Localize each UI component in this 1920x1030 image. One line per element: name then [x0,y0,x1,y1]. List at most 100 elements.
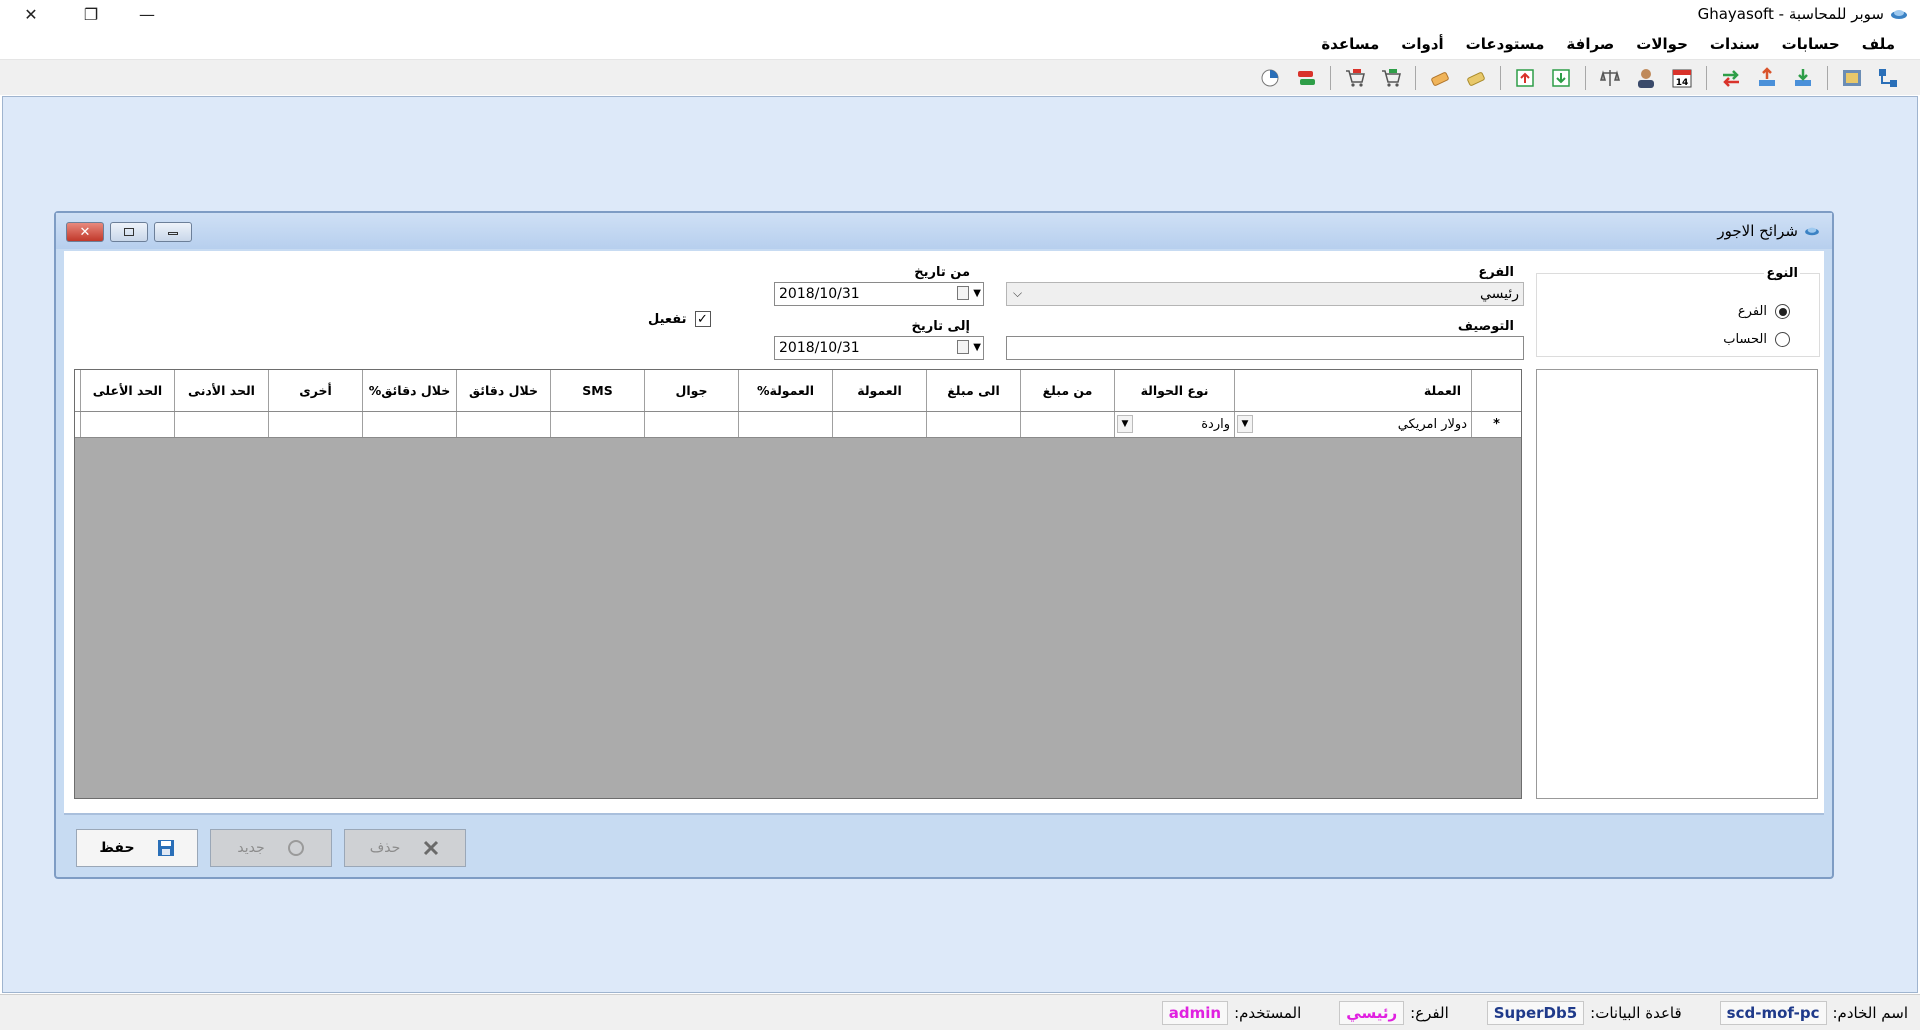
calendar-icon [957,286,970,300]
from-amount-cell[interactable] [1020,412,1114,437]
coins-icon[interactable] [1461,63,1491,93]
calendar-icon[interactable]: 14 [1667,63,1697,93]
commission-percent-cell[interactable] [738,412,832,437]
user-icon[interactable] [1631,63,1661,93]
within-minutes-percent-cell[interactable] [362,412,456,437]
activate-checkbox-row[interactable]: ✓ تفعيل [648,311,711,327]
server-label: اسم الخادم: [1832,1003,1909,1022]
max-limit-cell[interactable] [80,412,174,437]
minimize-window-button[interactable]: — [124,0,170,29]
chevron-down-icon[interactable]: ▼ [1117,415,1133,433]
min-limit-cell[interactable] [174,412,268,437]
delete-button[interactable]: حذف [344,829,466,867]
transfer-arrows-icon[interactable] [1716,63,1746,93]
from-date-picker[interactable]: 2018/10/31 ▼ [774,282,984,306]
menu-transfers[interactable]: حوالات [1625,35,1699,53]
col-currency[interactable]: العملة [1234,370,1471,411]
grid-header: العملة نوع الحوالة من مبلغ الى مبلغ العم… [75,370,1521,412]
activate-checkbox[interactable]: ✓ [694,311,711,327]
app-logo-icon [1891,10,1907,19]
menu-warehouses[interactable]: مستودعات [1455,35,1556,53]
col-min-limit[interactable]: الحد الأدنى [174,370,268,411]
to-date-dropdown[interactable]: ▼ [957,340,981,354]
chevron-down-icon: ▼ [973,287,981,299]
menu-exchange[interactable]: صرافة [1555,35,1625,53]
col-from-amount[interactable]: من مبلغ [1020,370,1114,411]
new-button[interactable]: جديد [210,829,332,867]
radio-account-button[interactable] [1775,332,1790,347]
to-date-label: إلى تاريخ [911,319,970,334]
cart-remove-icon[interactable] [1340,63,1370,93]
radio-branch-label: الفرع [1737,304,1767,319]
upload-icon[interactable] [1510,63,1540,93]
refresh-icon [287,840,304,856]
close-window-button[interactable]: ✕ [8,0,54,29]
menu-file[interactable]: ملف [1851,35,1906,53]
action-bar: حفظ جديد حذف [64,813,1824,871]
toolbar-separator [1500,65,1501,90]
radio-selected-dot [1778,307,1787,316]
menu-help[interactable]: مساعدة [1310,35,1390,53]
radio-branch[interactable]: الفرع [1738,304,1790,319]
accounts-listbox[interactable] [1536,369,1818,799]
pie-chart-icon[interactable] [1255,63,1285,93]
col-commission-percent[interactable]: العمولة% [738,370,832,411]
transfer-type-cell[interactable]: واردة ▼ [1114,412,1234,437]
child-minimize-button[interactable] [154,222,192,242]
table-row[interactable]: * دولار امريكي ▼ واردة ▼ [75,412,1521,438]
toolbar: 14 [0,59,1920,95]
activate-label: تفعيل [648,311,687,327]
col-mobile[interactable]: جوال [644,370,738,411]
col-within-minutes-percent[interactable]: خلال دقائق% [362,370,456,411]
restore-window-button[interactable]: ❐ [68,0,114,29]
toolbar-separator [1330,65,1331,90]
sms-cell[interactable] [550,412,644,437]
mobile-cell[interactable] [644,412,738,437]
money-icon[interactable] [1425,63,1455,93]
currency-cell-value: دولار امريكي [1397,417,1467,432]
scales-icon[interactable] [1595,63,1625,93]
cart-add-icon[interactable] [1376,63,1406,93]
col-other[interactable]: أخرى [268,370,362,411]
import-icon[interactable] [1788,63,1818,93]
close-icon: ✕ [24,5,38,24]
tree-icon[interactable] [1873,63,1903,93]
child-restore-button[interactable] [110,222,148,242]
commission-cell[interactable] [832,412,926,437]
menu-vouchers[interactable]: سندات [1699,35,1771,53]
brackets-grid[interactable]: العملة نوع الحوالة من مبلغ الى مبلغ العم… [74,369,1522,799]
download-icon[interactable] [1546,63,1576,93]
export-icon[interactable] [1752,63,1782,93]
col-transfer-type[interactable]: نوع الحوالة [1114,370,1234,411]
delete-button-label: حذف [369,840,401,856]
col-within-minutes[interactable]: خلال دقائق [456,370,550,411]
to-date-picker[interactable]: 2018/10/31 ▼ [774,336,984,360]
within-minutes-cell[interactable] [456,412,550,437]
branch-select[interactable]: رئيسي ⌵ [1006,282,1524,306]
col-commission[interactable]: العمولة [832,370,926,411]
to-amount-cell[interactable] [926,412,1020,437]
to-date-value: 2018/10/31 [779,340,860,356]
flag-icon[interactable] [1291,63,1321,93]
col-sms[interactable]: SMS [550,370,644,411]
currency-cell[interactable]: دولار امريكي ▼ [1234,412,1471,437]
other-cell[interactable] [268,412,362,437]
from-date-dropdown[interactable]: ▼ [957,286,981,300]
toolbar-separator [1827,65,1828,90]
chevron-down-icon[interactable]: ▼ [1237,415,1253,433]
menu-tools[interactable]: أدوات [1390,35,1454,53]
minimize-icon [168,231,178,235]
toolbar-separator [1585,65,1586,90]
col-max-limit[interactable]: الحد الأعلى [80,370,174,411]
child-close-button[interactable]: ✕ [66,222,104,242]
col-to-amount[interactable]: الى مبلغ [926,370,1020,411]
form-icon[interactable] [1837,63,1867,93]
radio-account[interactable]: الحساب [1723,332,1790,347]
branch-status-value: رئيسي [1339,1000,1405,1025]
save-button[interactable]: حفظ [76,829,198,867]
chevron-down-icon: ▼ [973,341,981,353]
radio-branch-button[interactable] [1775,304,1790,319]
menu-accounts[interactable]: حسابات [1771,35,1851,53]
description-input[interactable] [1006,336,1524,360]
child-caption-bar[interactable]: شرائح الاجور ✕ [56,213,1832,249]
